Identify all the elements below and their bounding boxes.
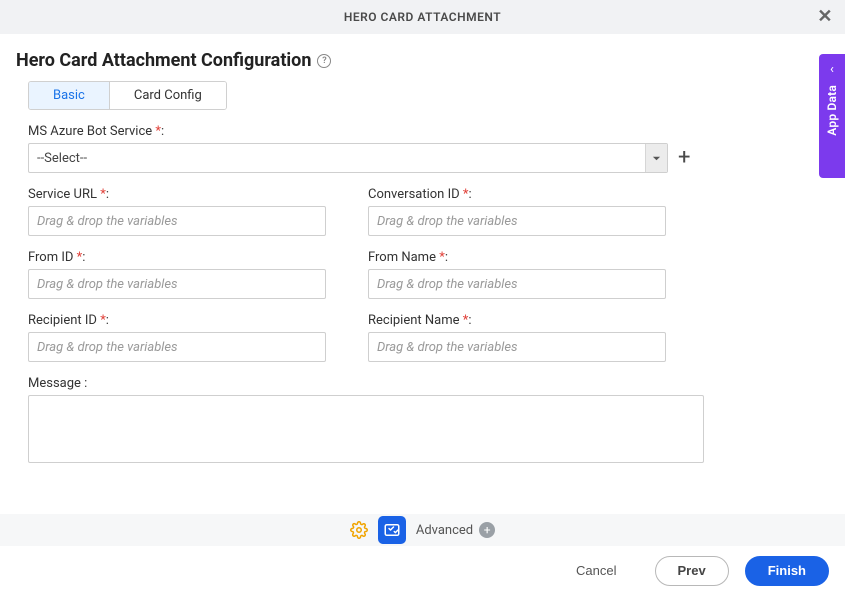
field-service-url: Service URL *: [28,187,326,236]
from-id-input[interactable] [28,269,326,299]
midbar: Advanced + [0,514,845,546]
chevron-down-icon[interactable] [645,144,667,172]
form: MS Azure Bot Service *: --Select-- + Ser… [0,110,845,467]
advanced-label: Advanced [416,523,473,538]
recipient-name-label: Recipient Name *: [368,313,666,328]
from-name-label: From Name *: [368,250,666,265]
field-from-id: From ID *: [28,250,326,299]
titlebar: HERO CARD ATTACHMENT ✕ [0,0,845,34]
app-data-label: App Data [825,85,839,136]
from-name-input[interactable] [368,269,666,299]
message-label: Message : [28,376,817,391]
conversation-id-label: Conversation ID *: [368,187,666,202]
finish-button[interactable]: Finish [745,556,829,586]
conversation-id-input[interactable] [368,206,666,236]
bot-service-label: MS Azure Bot Service *: [28,124,817,139]
page-title-text: Hero Card Attachment Configuration [16,50,311,71]
chevron-left-icon: ‹ [830,62,834,77]
service-url-input[interactable] [28,206,326,236]
advanced-toggle[interactable]: Advanced + [416,522,495,538]
service-url-label: Service URL *: [28,187,326,202]
titlebar-title: HERO CARD ATTACHMENT [344,10,501,24]
field-message: Message : [28,376,817,467]
help-icon[interactable]: ? [317,54,331,68]
field-recipient-id: Recipient ID *: [28,313,326,362]
field-conversation-id: Conversation ID *: [368,187,666,236]
gear-icon[interactable] [350,521,368,539]
app-data-panel-toggle[interactable]: ‹ App Data [819,54,845,178]
page-title: Hero Card Attachment Configuration ? [0,34,845,81]
tabs: Basic Card Config [0,81,845,110]
recipient-id-input[interactable] [28,332,326,362]
recipient-id-label: Recipient ID *: [28,313,326,328]
tab-basic[interactable]: Basic [29,82,110,109]
bot-service-value: --Select-- [29,144,645,172]
plus-circle-icon: + [479,522,495,538]
card-icon[interactable] [378,516,406,544]
field-from-name: From Name *: [368,250,666,299]
prev-button[interactable]: Prev [655,556,729,586]
tab-card-config[interactable]: Card Config [110,82,226,109]
close-icon[interactable]: ✕ [817,8,833,26]
message-input[interactable] [28,395,704,463]
recipient-name-input[interactable] [368,332,666,362]
footer: Cancel Prev Finish [0,546,845,595]
field-recipient-name: Recipient Name *: [368,313,666,362]
cancel-button[interactable]: Cancel [554,556,638,586]
from-id-label: From ID *: [28,250,326,265]
add-service-icon[interactable]: + [678,147,690,169]
bot-service-select[interactable]: --Select-- [28,143,668,173]
